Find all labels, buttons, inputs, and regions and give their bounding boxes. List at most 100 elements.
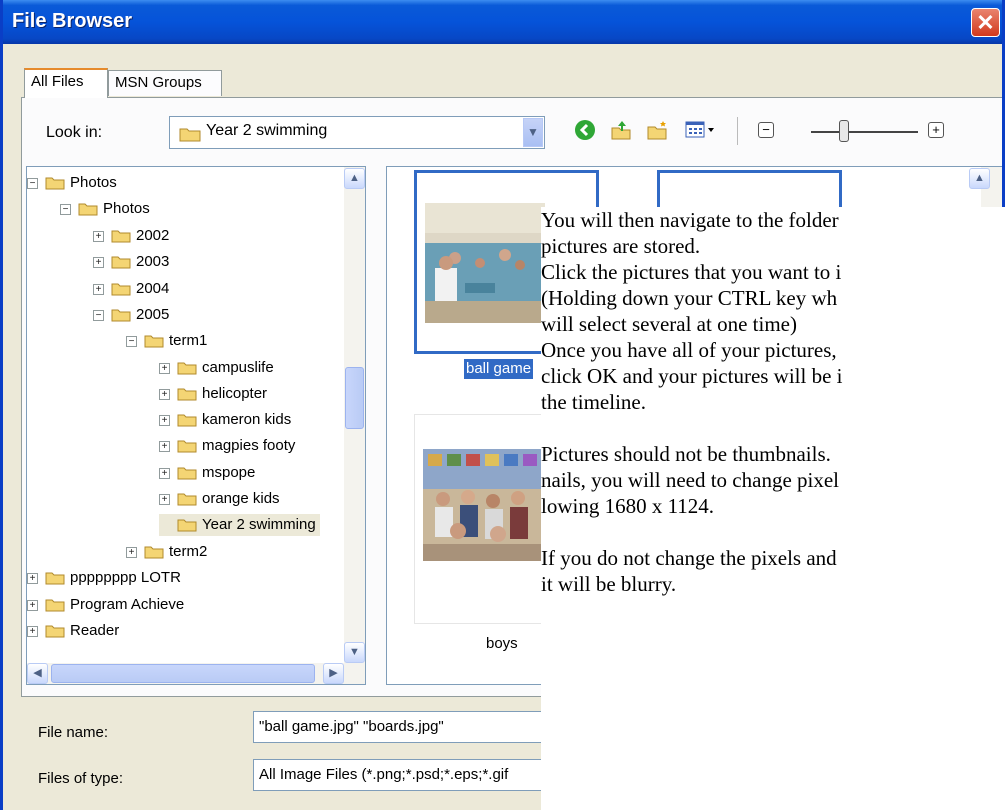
tree-node-label: magpies footy — [202, 437, 296, 454]
expand-icon[interactable]: + — [159, 388, 170, 400]
up-folder-icon[interactable] — [609, 119, 633, 143]
expand-icon[interactable]: + — [159, 493, 170, 505]
back-arrow-icon[interactable] — [573, 119, 597, 143]
folder-icon — [179, 126, 201, 147]
tree-node[interactable]: − Photos — [60, 198, 150, 220]
expand-icon[interactable]: + — [93, 230, 104, 242]
instruction-line: click OK and your pictures will be i — [541, 364, 843, 388]
new-folder-icon[interactable] — [645, 119, 669, 143]
folder-icon — [45, 598, 65, 612]
folder-icon — [177, 387, 197, 401]
thumbnail-caption: ball game — [464, 359, 534, 379]
tree-node[interactable]: + Program Achieve — [27, 594, 184, 616]
collapse-icon[interactable]: − — [27, 177, 38, 189]
expand-icon[interactable]: + — [159, 440, 170, 452]
tab-msn-groups[interactable]: MSN Groups — [108, 70, 222, 96]
tree-node-label: Photos — [103, 200, 150, 217]
tree-node[interactable]: + mspope — [159, 462, 255, 484]
instruction-line: will select several at one time) — [541, 312, 797, 336]
views-menu-icon[interactable] — [683, 119, 717, 143]
folder-icon — [177, 361, 197, 375]
tree-node[interactable]: +2004 — [93, 278, 169, 300]
tree-node[interactable]: + term2 — [126, 541, 207, 563]
folder-icon — [177, 413, 197, 427]
tree-node[interactable]: + orange kids — [159, 488, 280, 510]
file-name-field[interactable]: "ball game.jpg" "boards.jpg" — [253, 711, 553, 743]
thumbnail-caption: boys — [486, 635, 518, 652]
scroll-up-icon[interactable]: ▲ — [969, 168, 990, 189]
tree-hscroll-thumb[interactable] — [51, 664, 315, 683]
thumbnail-boards[interactable] — [657, 170, 842, 210]
tree-node[interactable]: + campuslife — [159, 357, 274, 379]
collapse-icon[interactable]: − — [93, 309, 104, 321]
instruction-line — [541, 415, 1005, 441]
tree-node[interactable]: + magpies footy — [159, 435, 295, 457]
folder-icon — [45, 571, 65, 585]
scroll-up-icon[interactable]: ▲ — [344, 168, 365, 189]
window-title: File Browser — [12, 10, 133, 32]
tree-node-label: term1 — [169, 332, 208, 349]
tree-node-label: term2 — [169, 543, 208, 560]
folder-icon — [45, 624, 65, 638]
tree-scroll-thumb[interactable] — [345, 367, 364, 429]
title-bar[interactable]: File Browser ✕ — [3, 0, 1002, 44]
tree-node-label: Program Achieve — [70, 596, 185, 613]
instruction-line: Once you have all of your pictures, — [541, 338, 837, 362]
instruction-line: Click the pictures that you want to i — [541, 260, 842, 284]
chevron-down-icon[interactable]: ▼ — [523, 118, 543, 147]
thumbnail-boys[interactable] — [414, 414, 544, 624]
tree-node-label: Reader — [70, 622, 120, 639]
instruction-text-box: You will then navigate to the folder pict… — [541, 207, 1005, 810]
tree-node-label: 2004 — [136, 280, 170, 297]
collapse-icon[interactable]: − — [60, 203, 71, 215]
expand-icon[interactable]: + — [159, 414, 170, 426]
scroll-down-icon[interactable]: ▼ — [344, 642, 365, 663]
instruction-line: the timeline. — [541, 390, 646, 414]
expand-icon[interactable]: + — [27, 572, 38, 584]
file-name-label: File name: — [38, 724, 109, 741]
tree-node[interactable]: − Photos — [27, 172, 117, 194]
look-in-dropdown[interactable]: Year 2 swimming ▼ — [169, 116, 545, 149]
zoom-out-button[interactable]: − — [758, 122, 774, 138]
expand-icon[interactable]: + — [159, 467, 170, 479]
expand-icon[interactable]: + — [126, 546, 137, 558]
tab-all-files[interactable]: All Files — [24, 68, 108, 98]
toolbar-separator — [737, 117, 738, 145]
tree-node[interactable]: + pppppppp LOTR — [27, 567, 181, 589]
instruction-line: Pictures should not be thumbnails. — [541, 442, 831, 466]
instruction-line: (Holding down your CTRL key wh — [541, 286, 838, 310]
expand-icon[interactable]: + — [93, 256, 104, 268]
folder-icon — [177, 466, 197, 480]
expand-icon[interactable]: + — [27, 599, 38, 611]
tree-node-label: 2003 — [136, 253, 170, 270]
tree-node[interactable]: − 2005 — [93, 304, 169, 326]
close-button[interactable]: ✕ — [971, 8, 1000, 37]
tree-node[interactable]: +2003 — [93, 251, 169, 273]
tree-node-label: helicopter — [202, 385, 268, 402]
folder-icon — [177, 439, 197, 453]
instruction-line — [541, 519, 1005, 545]
tree-node[interactable]: + Reader — [27, 620, 119, 642]
zoom-in-button[interactable]: + — [928, 122, 944, 138]
boys-photo — [423, 449, 543, 561]
instruction-line: lowing 1680 x 1124. — [541, 494, 715, 518]
tree-node[interactable]: +2002 — [93, 225, 169, 247]
expand-icon[interactable]: + — [159, 362, 170, 374]
zoom-slider-track[interactable] — [811, 131, 918, 133]
expand-icon[interactable]: + — [27, 625, 38, 637]
collapse-icon[interactable]: − — [126, 335, 137, 347]
instruction-line: If you do not change the pixels and — [541, 546, 837, 570]
tree-node[interactable]: Year 2 swimming — [159, 514, 320, 536]
tree-node-label: Photos — [70, 174, 117, 191]
tree-node-label: pppppppp LOTR — [70, 569, 181, 586]
tree-node[interactable]: + kameron kids — [159, 409, 291, 431]
scroll-left-icon[interactable]: ◀ — [27, 663, 48, 684]
swimming-photo — [425, 203, 545, 323]
instruction-line: You will then navigate to the folder — [541, 208, 839, 232]
scroll-right-icon[interactable]: ▶ — [323, 663, 344, 684]
zoom-slider-thumb[interactable] — [839, 120, 849, 142]
look-in-value: Year 2 swimming — [206, 122, 328, 139]
tree-node[interactable]: + helicopter — [159, 383, 267, 405]
expand-icon[interactable]: + — [93, 283, 104, 295]
tree-node[interactable]: − term1 — [126, 330, 207, 352]
